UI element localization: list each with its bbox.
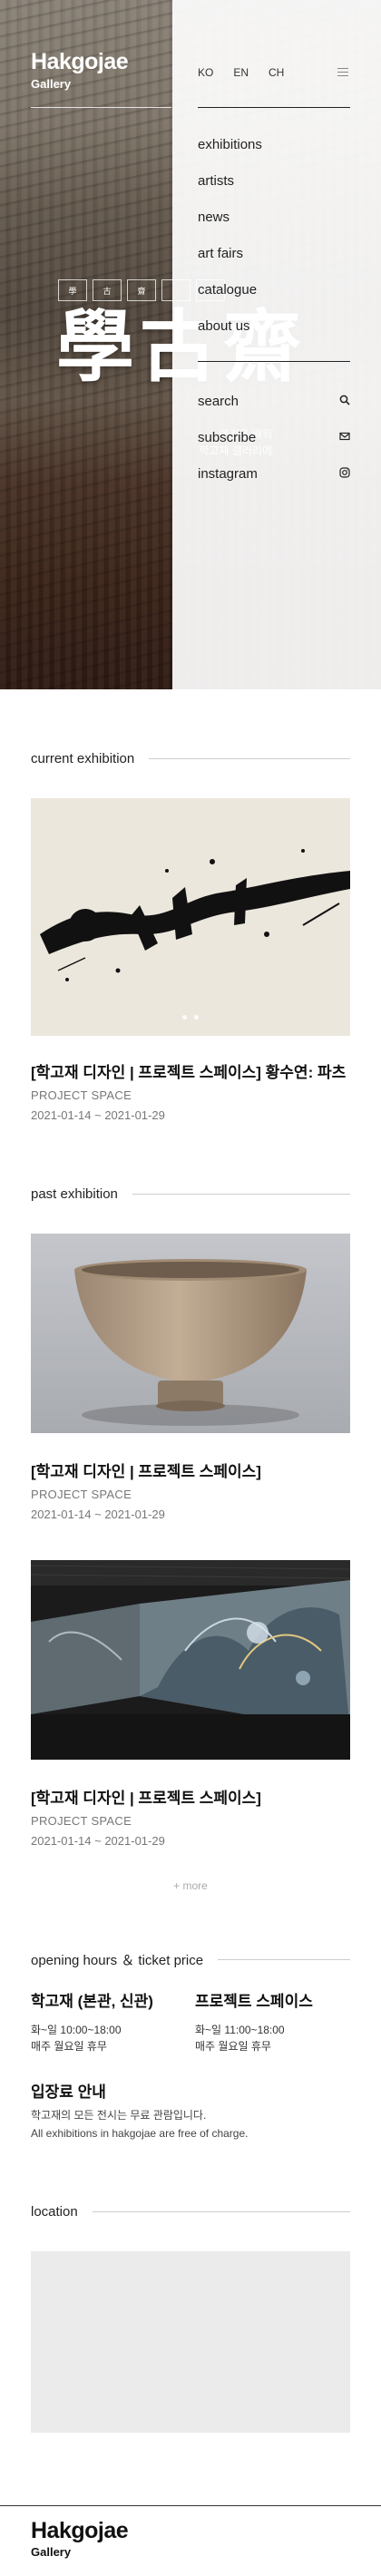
admission-text-en: All exhibitions in hakgojae are free of … [31, 2127, 249, 2140]
past-exhibition-image[interactable] [31, 1560, 350, 1760]
instagram-link[interactable]: instagram [198, 455, 350, 492]
main-hall-time: 화~일 10:00~18:00 [31, 2024, 122, 2036]
hero-card: 學 [58, 279, 87, 301]
carousel-dot[interactable] [194, 1015, 199, 1020]
project-space-name: 프로젝트 스페이스 [195, 1993, 313, 2010]
current-exhibition-date: 2021-01-14 ~ 2021-01-29 [31, 1108, 165, 1122]
footer-logo-sub: Gallery [31, 2545, 72, 2559]
hero-card: 古 [93, 279, 122, 301]
menu-divider [198, 107, 350, 108]
project-space-time: 화~일 11:00~18:00 [195, 2024, 285, 2036]
language-switcher: KO EN CH [198, 66, 284, 79]
search-link[interactable]: search [198, 383, 350, 419]
menu-panel: KO EN CH exhibitions artists news art fa… [172, 0, 381, 689]
more-link[interactable]: + more [0, 1879, 381, 1892]
nav-item-about-us[interactable]: about us [198, 313, 262, 349]
hero-card: 齋 [127, 279, 156, 301]
search-icon [339, 394, 350, 409]
footer-logo[interactable]: Hakgojae Gallery [31, 2518, 129, 2560]
project-space-closed: 매주 월요일 휴무 [195, 2040, 271, 2053]
past-exhibition-title[interactable]: [학고재 디자인 | 프로젝트 스페이스] [31, 1785, 261, 1808]
hero-section: Hakgojae Gallery 學 古 齋 學古齋 옛것을 배워 학고재 갤러… [0, 0, 381, 689]
past-exhibition-category: PROJECT SPACE [31, 1814, 132, 1828]
carousel-dots [182, 1015, 199, 1020]
project-space-hours: 프로젝트 스페이스 화~일 11:00~18:00 매주 월요일 휴무 [195, 1988, 313, 2054]
location-map[interactable] [31, 2251, 350, 2433]
admission-text-ko: 학고재의 모든 전시는 무료 관람입니다. [31, 2109, 207, 2122]
logo-sub: Gallery [31, 77, 72, 91]
nav-item-exhibitions[interactable]: exhibitions [198, 132, 262, 168]
past-exhibition-date: 2021-01-14 ~ 2021-01-29 [31, 1508, 165, 1521]
subscribe-link[interactable]: subscribe [198, 419, 350, 455]
lang-ko[interactable]: KO [198, 66, 213, 79]
main-hall-hours: 학고재 (본관, 신관) 화~일 10:00~18:00 매주 월요일 휴무 [31, 1988, 153, 2054]
projection-installation-artwork [31, 1560, 350, 1760]
current-exhibition-title[interactable]: [학고재 디자인 | 프로젝트 스페이스] 황수연: 파츠 [31, 1059, 346, 1082]
menu-divider [198, 361, 350, 362]
main-nav: exhibitions artists news art fairs catal… [198, 132, 262, 349]
header-logo[interactable]: Hakgojae Gallery [31, 49, 129, 92]
opening-hours-heading: opening hours ＆ ticket price [31, 1950, 350, 1969]
current-exhibition-category: PROJECT SPACE [31, 1088, 132, 1102]
ink-painting-artwork [31, 798, 350, 1036]
past-exhibition-date: 2021-01-14 ~ 2021-01-29 [31, 1834, 165, 1848]
lang-en[interactable]: EN [233, 66, 249, 79]
lang-ch[interactable]: CH [269, 66, 284, 79]
nav-item-news[interactable]: news [198, 204, 262, 240]
main-hall-name: 학고재 (본관, 신관) [31, 1993, 153, 2010]
instagram-label: instagram [198, 465, 258, 482]
current-exhibition-image[interactable] [31, 798, 350, 1036]
subscribe-label: subscribe [198, 429, 257, 445]
logo-name: Hakgojae [31, 49, 129, 74]
logo-divider [31, 107, 171, 108]
menu-toggle-icon[interactable] [337, 68, 348, 76]
admission-heading: 입장료 안내 [31, 2083, 106, 2101]
ceramic-bowl-artwork [31, 1234, 350, 1433]
nav-item-artists[interactable]: artists [198, 168, 262, 204]
location-heading: location [31, 2204, 350, 2220]
footer-divider [0, 2505, 381, 2506]
past-exhibition-heading: past exhibition [31, 1186, 350, 1202]
past-exhibition-category: PROJECT SPACE [31, 1488, 132, 1501]
past-exhibition-image[interactable] [31, 1234, 350, 1433]
past-exhibition-title[interactable]: [학고재 디자인 | 프로젝트 스페이스] [31, 1459, 261, 1481]
mail-icon [339, 430, 350, 445]
carousel-dot[interactable] [182, 1015, 187, 1020]
footer-logo-name: Hakgojae [31, 2518, 129, 2543]
nav-item-art-fairs[interactable]: art fairs [198, 240, 262, 277]
nav-item-catalogue[interactable]: catalogue [198, 277, 262, 313]
utility-links: search subscribe instagram [198, 383, 350, 492]
instagram-icon [339, 466, 350, 482]
search-label: search [198, 393, 239, 409]
main-hall-closed: 매주 월요일 휴무 [31, 2040, 107, 2053]
current-exhibition-heading: current exhibition [31, 751, 350, 766]
